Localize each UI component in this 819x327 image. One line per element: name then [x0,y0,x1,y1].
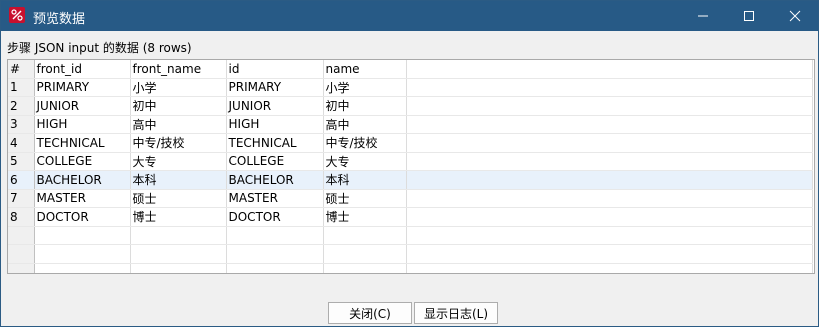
cell-name[interactable]: 大专 [323,152,407,171]
cell-name[interactable]: 高中 [323,115,407,134]
header-name[interactable]: name [323,60,407,79]
cell-id[interactable]: HIGH [226,115,324,134]
close-button[interactable]: 关闭(C) [328,302,412,324]
empty-cell [323,263,407,273]
row-number[interactable]: 4 [8,133,35,153]
close-icon [789,10,801,22]
empty-cell [226,244,324,264]
cell-id[interactable]: COLLEGE [226,152,324,171]
empty-cell [406,226,813,245]
empty-cell [406,263,813,273]
cell-id[interactable]: DOCTOR [226,207,324,227]
header-rownum[interactable]: # [8,60,35,79]
header-front-id[interactable]: front_id [34,60,131,79]
row-filler [406,96,813,116]
empty-cell [8,226,35,245]
row-filler [406,78,813,97]
cell-id[interactable]: TECHNICAL [226,133,324,153]
empty-cell [34,244,131,264]
empty-cell [406,244,813,264]
cell-front-id[interactable]: PRIMARY [34,78,131,97]
cell-front-name[interactable]: 初中 [130,96,227,116]
empty-cell [8,244,35,264]
cell-front-name[interactable]: 本科 [130,170,227,190]
empty-cell [34,263,131,273]
cell-id[interactable]: BACHELOR [226,170,324,190]
table-row[interactable]: 4 TECHNICAL 中专/技校 TECHNICAL 中专/技校 [8,133,813,153]
table-row[interactable]: 8 DOCTOR 博士 DOCTOR 博士 [8,207,813,227]
cell-name[interactable]: 中专/技校 [323,133,407,153]
empty-row [8,226,813,245]
cell-name[interactable]: 小学 [323,78,407,97]
table-row[interactable]: 7 MASTER 硕士 MASTER 硕士 [8,189,813,208]
maximize-button[interactable] [726,1,772,31]
window-title: 预览数据 [33,12,86,27]
cell-front-id[interactable]: JUNIOR [34,96,131,116]
cell-front-id[interactable]: TECHNICAL [34,133,131,153]
empty-cell [34,226,131,245]
row-number[interactable]: 5 [8,152,35,171]
app-icon [9,7,25,23]
row-number[interactable]: 3 [8,115,35,134]
minimize-icon [698,15,708,17]
cell-name[interactable]: 初中 [323,96,407,116]
empty-cell [130,244,227,264]
cell-front-id[interactable]: COLLEGE [34,152,131,171]
row-number[interactable]: 6 [8,170,35,190]
cell-front-id[interactable]: DOCTOR [34,207,131,227]
row-filler [406,170,813,190]
cell-name[interactable]: 博士 [323,207,407,227]
row-filler [406,189,813,208]
maximize-icon [744,11,754,21]
empty-cell [226,263,324,273]
row-filler [406,133,813,153]
table-row[interactable]: 2 JUNIOR 初中 JUNIOR 初中 [8,96,813,116]
preview-data-dialog: 预览数据 步骤 JSON input 的数据 (8 rows) # front_… [0,0,819,327]
minimize-button[interactable] [680,1,726,31]
title-bar[interactable]: 预览数据 [1,1,818,31]
data-grid[interactable]: # front_id front_name id name 1 PRIMARY 小学… [7,59,815,274]
empty-row [8,263,813,273]
empty-cell [323,226,407,245]
cell-id[interactable]: JUNIOR [226,96,324,116]
empty-cell [226,226,324,245]
header-id[interactable]: id [226,60,324,79]
table-row[interactable]: 1 PRIMARY 小学 PRIMARY 小学 [8,78,813,97]
empty-row [8,244,813,264]
cell-front-name[interactable]: 大专 [130,152,227,171]
cell-front-name[interactable]: 硕士 [130,189,227,208]
show-log-button[interactable]: 显示日志(L) [414,302,498,324]
header-filler [406,60,813,79]
row-number[interactable]: 1 [8,78,35,97]
cell-name[interactable]: 本科 [323,170,407,190]
cell-front-id[interactable]: BACHELOR [34,170,131,190]
row-number[interactable]: 2 [8,96,35,116]
cell-front-id[interactable]: HIGH [34,115,131,134]
cell-front-name[interactable]: 博士 [130,207,227,227]
empty-cell [130,226,227,245]
step-caption: 步骤 JSON input 的数据 (8 rows) [7,41,192,55]
cell-id[interactable]: MASTER [226,189,324,208]
cell-front-name[interactable]: 中专/技校 [130,133,227,153]
empty-cell [130,263,227,273]
row-number[interactable]: 7 [8,189,35,208]
header-row: # front_id front_name id name [8,60,813,79]
header-front-name[interactable]: front_name [130,60,227,79]
empty-cell [323,244,407,264]
cell-name[interactable]: 硕士 [323,189,407,208]
row-filler [406,115,813,134]
cell-id[interactable]: PRIMARY [226,78,324,97]
table-row[interactable]: 6 BACHELOR 本科 BACHELOR 本科 [8,170,813,190]
cell-front-id[interactable]: MASTER [34,189,131,208]
table-row[interactable]: 5 COLLEGE 大专 COLLEGE 大专 [8,152,813,171]
data-table: # front_id front_name id name 1 PRIMARY 小学… [8,60,813,273]
cell-front-name[interactable]: 高中 [130,115,227,134]
row-filler [406,152,813,171]
row-number[interactable]: 8 [8,207,35,227]
row-filler [406,207,813,227]
empty-cell [8,263,35,273]
cell-front-name[interactable]: 小学 [130,78,227,97]
close-window-button[interactable] [772,1,818,31]
table-row[interactable]: 3 HIGH 高中 HIGH 高中 [8,115,813,134]
